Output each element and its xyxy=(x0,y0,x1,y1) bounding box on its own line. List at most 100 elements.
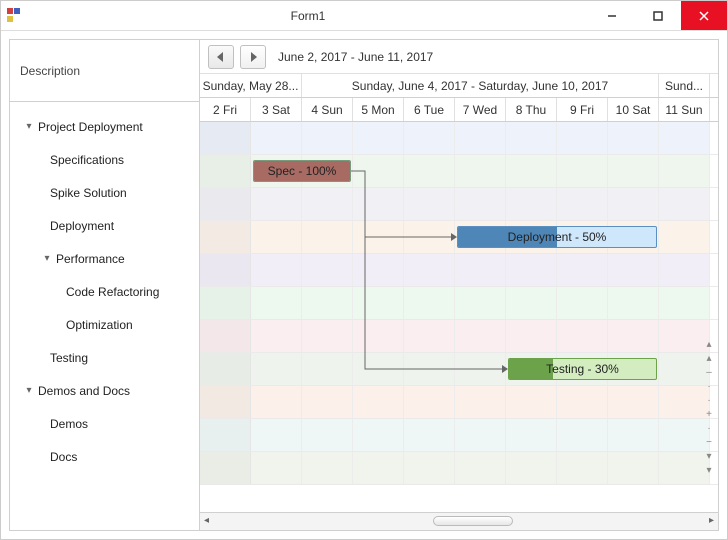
timeline-cell[interactable] xyxy=(506,386,557,418)
timeline-cell[interactable] xyxy=(404,287,455,319)
timeline-cell[interactable] xyxy=(557,188,608,220)
timeline-cell[interactable] xyxy=(200,320,251,352)
timeline-cell[interactable] xyxy=(251,353,302,385)
prev-range-button[interactable] xyxy=(208,45,234,69)
timeline-cell[interactable] xyxy=(302,221,353,253)
timeline-cell[interactable] xyxy=(200,287,251,319)
timeline-cell[interactable] xyxy=(353,353,404,385)
timeline-cell[interactable] xyxy=(557,320,608,352)
timeline-cell[interactable] xyxy=(251,188,302,220)
timeline-cell[interactable] xyxy=(557,254,608,286)
timeline-cell[interactable] xyxy=(353,188,404,220)
timeline-cell[interactable] xyxy=(608,155,659,187)
expand-caret-icon[interactable]: ▾ xyxy=(24,121,34,132)
maximize-button[interactable] xyxy=(635,1,681,30)
timeline-cell[interactable] xyxy=(302,386,353,418)
timeline-cell[interactable] xyxy=(404,320,455,352)
day-header[interactable]: 11 Sun xyxy=(659,98,710,121)
timeline-cell[interactable] xyxy=(353,254,404,286)
timeline-cell[interactable] xyxy=(200,155,251,187)
task-tree-row[interactable]: Deployment xyxy=(10,209,199,242)
timeline-cell[interactable] xyxy=(455,320,506,352)
timeline-cell[interactable] xyxy=(200,353,251,385)
day-header[interactable]: 3 Sat xyxy=(251,98,302,121)
timeline-cell[interactable] xyxy=(506,419,557,451)
timeline-cell[interactable] xyxy=(200,452,251,484)
timeline-cell[interactable] xyxy=(302,122,353,154)
timeline-cell[interactable] xyxy=(200,188,251,220)
timeline-cell[interactable] xyxy=(353,122,404,154)
timeline-cell[interactable] xyxy=(608,386,659,418)
next-range-button[interactable] xyxy=(240,45,266,69)
timeline-cell[interactable] xyxy=(506,155,557,187)
timeline-cell[interactable] xyxy=(251,386,302,418)
timeline-cell[interactable] xyxy=(200,386,251,418)
timeline-cell[interactable] xyxy=(506,287,557,319)
timeline-cell[interactable] xyxy=(608,320,659,352)
timeline-cell[interactable] xyxy=(404,452,455,484)
timeline-cell[interactable] xyxy=(302,452,353,484)
minimize-button[interactable] xyxy=(589,1,635,30)
timeline-cell[interactable] xyxy=(557,287,608,319)
task-tree-row[interactable]: ▾Performance xyxy=(10,242,199,275)
timeline-cell[interactable] xyxy=(251,419,302,451)
timeline-cell[interactable] xyxy=(251,452,302,484)
timeline-cell[interactable] xyxy=(404,386,455,418)
timeline-cell[interactable] xyxy=(404,122,455,154)
day-header[interactable]: 8 Thu xyxy=(506,98,557,121)
timeline-cell[interactable] xyxy=(302,287,353,319)
timeline-cell[interactable] xyxy=(506,254,557,286)
task-tree-row[interactable]: Testing xyxy=(10,341,199,374)
timeline-cell[interactable] xyxy=(353,320,404,352)
timeline-cell[interactable] xyxy=(659,254,710,286)
timeline-cell[interactable] xyxy=(404,188,455,220)
timeline-cell[interactable] xyxy=(404,221,455,253)
timeline-cell[interactable] xyxy=(557,386,608,418)
expand-caret-icon[interactable]: ▾ xyxy=(24,385,34,396)
timeline-cell[interactable] xyxy=(455,353,506,385)
timeline-cell[interactable] xyxy=(506,320,557,352)
timeline-cell[interactable] xyxy=(404,419,455,451)
timeline-cell[interactable] xyxy=(302,188,353,220)
timeline-cell[interactable] xyxy=(353,452,404,484)
timeline-cell[interactable] xyxy=(557,155,608,187)
timeline-cell[interactable] xyxy=(353,155,404,187)
timeline-cell[interactable] xyxy=(506,122,557,154)
timeline-cell[interactable] xyxy=(251,287,302,319)
timeline-cell[interactable] xyxy=(455,386,506,418)
day-header[interactable]: 6 Tue xyxy=(404,98,455,121)
timeline-cell[interactable] xyxy=(200,419,251,451)
timeline-cell[interactable] xyxy=(251,221,302,253)
timeline-cell[interactable] xyxy=(455,122,506,154)
task-tree-row[interactable]: Spike Solution xyxy=(10,176,199,209)
timeline-cell[interactable] xyxy=(608,419,659,451)
scroll-right-icon[interactable]: ▸ xyxy=(709,515,714,526)
timeline-cell[interactable] xyxy=(659,155,710,187)
gantt-bar-spec[interactable]: Spec - 100% xyxy=(253,160,351,182)
timeline-cell[interactable] xyxy=(404,353,455,385)
timeline-cell[interactable] xyxy=(506,452,557,484)
task-tree-row[interactable]: Code Refactoring xyxy=(10,275,199,308)
gantt-bar-deployment[interactable]: Deployment - 50% xyxy=(457,226,657,248)
close-button[interactable] xyxy=(681,1,727,30)
timeline-cell[interactable] xyxy=(608,254,659,286)
timeline-cell[interactable] xyxy=(353,221,404,253)
timeline-cell[interactable] xyxy=(251,122,302,154)
timeline-cell[interactable] xyxy=(353,287,404,319)
timeline-cell[interactable] xyxy=(404,155,455,187)
timeline-cell[interactable] xyxy=(455,188,506,220)
timeline-cell[interactable] xyxy=(659,188,710,220)
task-tree-row[interactable]: ▾Project Deployment xyxy=(10,110,199,143)
timeline-cell[interactable] xyxy=(455,287,506,319)
day-header[interactable]: 4 Sun xyxy=(302,98,353,121)
expand-caret-icon[interactable]: ▾ xyxy=(42,253,52,264)
timeline-cell[interactable] xyxy=(302,419,353,451)
timeline-cell[interactable] xyxy=(557,419,608,451)
timeline-cell[interactable] xyxy=(302,353,353,385)
timeline-cell[interactable] xyxy=(200,254,251,286)
timeline-cell[interactable] xyxy=(506,188,557,220)
timeline-cell[interactable] xyxy=(302,320,353,352)
horizontal-scrollbar[interactable]: ◂ ▸ xyxy=(200,512,718,530)
timeline-cell[interactable] xyxy=(608,287,659,319)
task-tree-row[interactable]: ▾Demos and Docs xyxy=(10,374,199,407)
